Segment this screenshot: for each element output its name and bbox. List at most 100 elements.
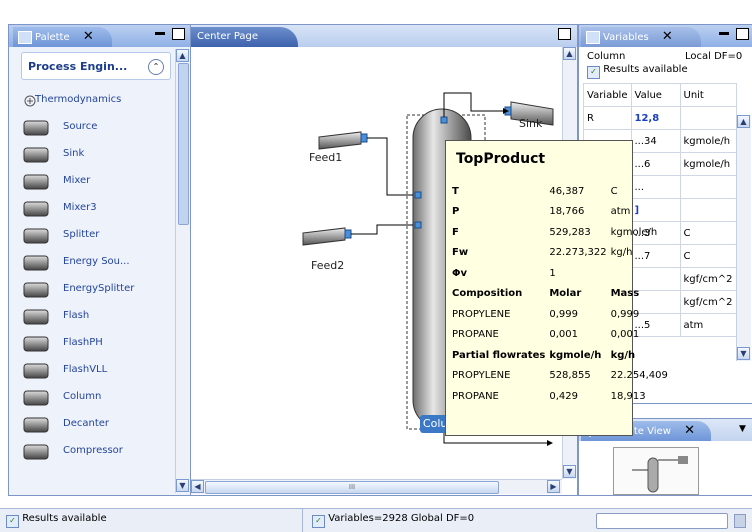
maximize-button[interactable] [736, 28, 749, 40]
scroll-thumb[interactable] [178, 63, 189, 225]
tooltip-cell: 529,283 [549, 226, 591, 238]
scroll-down-icon[interactable]: ▼ [563, 465, 576, 478]
satellite-thumbnail[interactable] [613, 447, 699, 495]
table-cell-var: R [583, 106, 632, 130]
scroll-up-icon[interactable]: ▲ [737, 115, 750, 128]
header-value[interactable]: Value [630, 83, 681, 107]
status-mid: ✓ Variables=2928 Global DF=0 [312, 513, 474, 528]
palette-item[interactable]: Sink [17, 141, 167, 168]
variables-scrollbar[interactable]: ▲ ▼ [736, 115, 751, 361]
palette-item-label: Mixer [63, 175, 91, 186]
palette-drawer-header[interactable]: Process Engin... ⌃ [21, 52, 171, 80]
palette-item[interactable]: Splitter [17, 222, 167, 249]
tooltip-cell: PROPANE [452, 329, 499, 341]
table-cell-val: 12,8 [630, 106, 681, 130]
minimize-button[interactable] [719, 32, 729, 35]
column-icon [21, 388, 51, 408]
palette-item[interactable]: FlashPH [17, 330, 167, 357]
maximize-button[interactable] [172, 28, 185, 40]
scroll-down-icon[interactable]: ▼ [737, 347, 750, 360]
palette-item[interactable]: Decanter [17, 411, 167, 438]
center-tabbar: Center Page [191, 25, 577, 47]
tooltip-cell: kgmole/h [549, 349, 602, 361]
tab-variables[interactable]: Variables ✕ [581, 27, 701, 47]
scroll-up-icon[interactable]: ▲ [563, 47, 576, 60]
scroll-thumb[interactable]: III [205, 481, 499, 494]
maximize-button[interactable] [558, 28, 571, 40]
sink-icon [21, 145, 51, 165]
status-mid-text: Variables=2928 Global DF=0 [328, 513, 475, 524]
canvas-hscrollbar[interactable]: ◀ III ▶ [191, 479, 562, 494]
scroll-up-icon[interactable]: ▲ [176, 49, 189, 62]
palette-scrollbar[interactable]: ▲ ▼ [175, 49, 190, 493]
results-status: ✓ Results available [587, 64, 688, 79]
status-left: ✓ Results available [6, 513, 107, 528]
palette-item-label: Flash [63, 310, 90, 321]
palette-item-label: Mixer3 [63, 202, 97, 213]
palette-item-label: Column [63, 391, 102, 402]
minimize-button[interactable] [155, 32, 165, 35]
scroll-left-icon[interactable]: ◀ [191, 480, 204, 493]
splitter-icon [21, 226, 51, 246]
palette-item-label: Sink [63, 148, 85, 159]
compressor-icon [21, 442, 51, 462]
variables-tab-label: Variables [603, 32, 649, 43]
palette-item[interactable]: Mixer [17, 168, 167, 195]
close-icon[interactable]: ✕ [662, 29, 673, 44]
palette-item[interactable]: EnergySplitter [17, 276, 167, 303]
palette-item[interactable]: Flash [17, 303, 167, 330]
tooltip-cell: Partial flowrates [452, 349, 546, 361]
palette-tabbar: Palette ✕ [9, 25, 191, 47]
tooltip-cell: 0,999 [549, 308, 578, 320]
feed1-source-icon [318, 131, 368, 150]
header-variable[interactable]: Variable [583, 83, 632, 107]
tooltip-cell: Composition [452, 288, 523, 300]
view-menu-icon[interactable]: ▼ [739, 424, 746, 434]
table-row[interactable]: R 12,8 [583, 106, 737, 130]
table-cell-val: ...34 [630, 129, 681, 153]
tab-center-page[interactable]: Center Page [191, 27, 299, 47]
tooltip-row: Φv 1 [450, 263, 670, 284]
palette-item[interactable]: FlashVLL [17, 357, 167, 384]
tooltip-cell: 1 [549, 267, 556, 279]
mixer-icon [21, 172, 51, 192]
energy-source-icon [21, 253, 51, 273]
thumbnail-diagram [632, 456, 688, 493]
tooltip-cell: PROPANE [452, 390, 499, 402]
palette-item[interactable]: Column [17, 384, 167, 411]
tooltip-cell: 0,999 [610, 308, 640, 320]
tooltip-cell: kgmole/h [610, 226, 658, 238]
table-cell-unit: C [679, 221, 737, 245]
tooltip-cell: 18,913 [610, 390, 646, 402]
flashph-icon [21, 334, 51, 354]
table-cell-unit: C [679, 244, 737, 268]
header-unit[interactable]: Unit [679, 83, 737, 107]
scroll-down-icon[interactable]: ▼ [176, 479, 189, 492]
results-label: Results available [603, 64, 688, 75]
close-icon[interactable]: ✕ [83, 29, 94, 44]
tooltip-cell: atm [610, 206, 631, 218]
scroll-right-icon[interactable]: ▶ [547, 480, 560, 493]
table-cell-val: ...6 [630, 152, 681, 176]
palette-item[interactable]: Energy Sou... [17, 249, 167, 276]
progress-stop-button[interactable] [734, 514, 746, 528]
palette-item[interactable]: Mixer3 [17, 195, 167, 222]
tooltip-row: PROPYLENE 0,999 0,999 [450, 304, 670, 325]
palette-tab-label: Palette [35, 32, 70, 43]
collapse-chevron-icon[interactable]: ⌃ [148, 59, 164, 75]
palette-item[interactable]: Thermodynamics [17, 87, 167, 114]
feed2-source-icon [302, 227, 352, 246]
tooltip-row: Composition Molar Mass [450, 284, 670, 305]
palette-item[interactable]: Compressor [17, 438, 167, 465]
palette-item-label: FlashPH [63, 337, 103, 348]
tooltip-cell: PROPYLENE [452, 370, 511, 382]
tooltip-cell: 22.273,322 [549, 247, 607, 259]
close-icon[interactable]: ✕ [684, 423, 695, 438]
check-icon: ✓ [312, 515, 325, 528]
palette-panel: Palette ✕ Process Engin... ⌃ Thermodynam… [8, 24, 192, 496]
palette-item-label: Compressor [63, 445, 123, 456]
palette-item-label: Source [63, 121, 98, 132]
tab-palette[interactable]: Palette ✕ [13, 27, 112, 47]
palette-item[interactable]: Source [17, 114, 167, 141]
palette-item-label: Decanter [63, 418, 110, 429]
